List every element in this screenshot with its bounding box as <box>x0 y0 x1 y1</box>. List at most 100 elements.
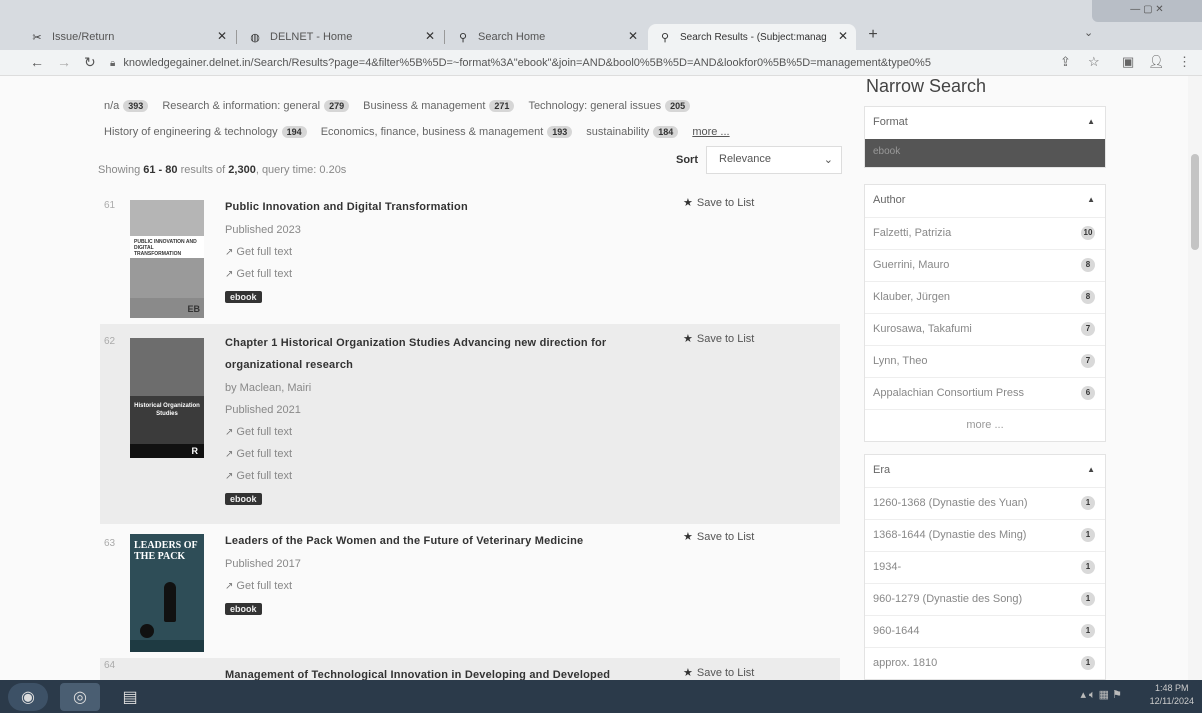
tab-search-results[interactable]: ⚲ Search Results - (Subject:manag ✕ <box>648 24 856 50</box>
save-to-list-button[interactable]: ★ Save to List <box>683 530 754 543</box>
full-text-link[interactable]: ↗ Get full text <box>225 580 292 592</box>
window-controls[interactable]: — ▢ ✕ <box>1092 0 1202 22</box>
new-tab-button[interactable]: + <box>862 24 884 46</box>
taskbar-clock[interactable]: 1:48 PM 12/11/2024 <box>1150 682 1194 708</box>
result-number: 64 <box>104 660 116 671</box>
browser-tab-strip: ✂ Issue/Return ✕ ◍ DELNET - Home ✕ ⚲ Sea… <box>0 0 1202 50</box>
count-badge: 271 <box>489 100 515 112</box>
facet-option[interactable]: Klauber, Jürgen 8 <box>865 281 1105 313</box>
facet-more-link[interactable]: more ... <box>692 126 729 138</box>
chrome-taskbar-icon[interactable]: ◎ <box>60 683 100 711</box>
format-facet-panel: Format ▲ ebook <box>864 106 1106 168</box>
kebab-menu-icon[interactable]: ⋮ <box>1178 54 1191 70</box>
book-cover-image[interactable]: PUBLIC INNOVATION AND DIGITAL TRANSFORMA… <box>130 200 204 318</box>
app-taskbar-icon[interactable]: ▤ <box>110 683 150 711</box>
facet-option[interactable]: 960-1279 (Dynastie des Song) 1 <box>865 583 1105 615</box>
count-badge: 7 <box>1081 354 1095 368</box>
save-to-list-button[interactable]: ★ Save to List <box>683 332 754 345</box>
facet-header[interactable]: Format ▲ <box>865 107 1105 139</box>
close-icon[interactable]: ✕ <box>425 29 435 43</box>
save-to-list-button[interactable]: ★ Save to List <box>683 666 754 679</box>
narrow-search-title: Narrow Search <box>866 76 987 96</box>
facet-link[interactable]: Business & management 271 <box>363 100 515 112</box>
facet-option[interactable]: Lynn, Theo 7 <box>865 345 1105 377</box>
full-text-link[interactable]: ↗ Get full text <box>225 470 292 482</box>
back-arrow-icon[interactable]: ← <box>30 54 44 70</box>
facet-option[interactable]: Kurosawa, Takafumi 7 <box>865 313 1105 345</box>
result-title-link[interactable]: Management of Technological Innovation i… <box>225 664 610 680</box>
facet-option[interactable]: Guerrini, Mauro 8 <box>865 249 1105 281</box>
tab-delnet-home[interactable]: ◍ DELNET - Home ✕ <box>238 24 443 50</box>
close-icon[interactable]: ✕ <box>628 29 638 43</box>
star-icon: ★ <box>683 333 693 345</box>
system-tray-icons[interactable]: ▴ 🔈︎ ▦ ⚑ <box>1080 688 1122 702</box>
count-badge: 6 <box>1081 386 1095 400</box>
address-bar[interactable]: 🔒︎ knowledgegainer.delnet.in/Search/Resu… <box>110 53 1080 73</box>
external-link-icon: ↗ <box>225 581 234 592</box>
result-title-link[interactable]: Public Innovation and Digital Transforma… <box>225 196 468 218</box>
facet-option[interactable]: 1934- 1 <box>865 551 1105 583</box>
sort-select[interactable]: Relevance ⌄ <box>706 146 842 174</box>
result-number: 63 <box>104 538 116 549</box>
facet-link[interactable]: sustainability 184 <box>586 126 679 138</box>
save-to-list-button[interactable]: ★ Save to List <box>683 196 754 209</box>
page-scrollbar[interactable] <box>1188 76 1202 680</box>
close-icon[interactable]: ✕ <box>217 29 227 43</box>
profile-icon[interactable]: 👤︎ <box>1148 54 1165 70</box>
tab-title: Search Results - (Subject:manag <box>680 31 827 43</box>
facet-link[interactable]: History of engineering & technology 194 <box>104 126 307 138</box>
star-icon: ★ <box>683 197 693 209</box>
page-content: n/a 393 Research & information: general 27… <box>0 76 1202 680</box>
tab-search-home[interactable]: ⚲ Search Home ✕ <box>446 24 646 50</box>
sidebar-panel-icon[interactable]: ▣ <box>1122 54 1134 70</box>
count-badge: 1 <box>1081 592 1095 606</box>
facet-header[interactable]: Author ▲ <box>865 185 1105 217</box>
forward-arrow-icon[interactable]: → <box>57 54 71 70</box>
full-text-link[interactable]: ↗ Get full text <box>225 246 292 258</box>
result-title-link[interactable]: Leaders of the Pack Women and the Future… <box>225 530 583 552</box>
full-text-link[interactable]: ↗ Get full text <box>225 268 292 280</box>
scrollbar-thumb[interactable] <box>1191 154 1199 250</box>
tab-divider <box>444 30 445 44</box>
facet-option[interactable]: Falzetti, Patrizia 10 <box>865 217 1105 249</box>
format-badge: ebook <box>225 291 262 303</box>
facet-option[interactable]: 960-1644 1 <box>865 615 1105 647</box>
facet-option[interactable]: 1260-1368 (Dynastie des Yuan) 1 <box>865 487 1105 519</box>
facet-link[interactable]: Research & information: general 279 <box>162 100 350 112</box>
star-icon: ★ <box>683 667 693 679</box>
author-link[interactable]: by Maclean, Mairi <box>225 382 311 394</box>
count-badge: 1 <box>1081 496 1095 510</box>
result-title-link[interactable]: Chapter 1 Historical Organization Studie… <box>225 332 606 376</box>
tab-title: Issue/Return <box>52 31 115 43</box>
selected-format-filter[interactable]: ebook <box>865 139 1105 167</box>
count-badge: 194 <box>281 126 307 138</box>
facet-link[interactable]: n/a 393 <box>104 100 149 112</box>
start-button-icon[interactable]: ◉ <box>8 683 48 711</box>
facet-option[interactable]: Appalachian Consortium Press 6 <box>865 377 1105 409</box>
facet-row: n/a 393 Research & information: general 27… <box>104 100 704 112</box>
count-badge: 1 <box>1081 624 1095 638</box>
count-badge: 184 <box>653 126 679 138</box>
full-text-link[interactable]: ↗ Get full text <box>225 448 292 460</box>
count-badge: 7 <box>1081 322 1095 336</box>
lock-icon: 🔒︎ <box>110 57 116 69</box>
external-link-icon: ↗ <box>225 427 234 438</box>
facet-header[interactable]: Era ▲ <box>865 455 1105 487</box>
bookmark-star-icon[interactable]: ☆ <box>1088 54 1100 70</box>
reload-icon[interactable]: ↻ <box>84 54 96 71</box>
full-text-link[interactable]: ↗ Get full text <box>225 426 292 438</box>
count-badge: 8 <box>1081 258 1095 272</box>
external-link-icon: ↗ <box>225 449 234 460</box>
facet-link[interactable]: Technology: general issues 205 <box>528 100 691 112</box>
book-cover-image[interactable]: LEADERS OF THE PACK <box>130 534 204 652</box>
facet-option[interactable]: 1368-1644 (Dynastie des Ming) 1 <box>865 519 1105 551</box>
facet-link[interactable]: Economics, finance, business & managemen… <box>321 126 573 138</box>
book-cover-image[interactable]: Historical Organization Studies R <box>130 338 204 458</box>
collapse-triangle-icon: ▲ <box>1087 465 1095 474</box>
facet-option[interactable]: approx. 1810 1 <box>865 647 1105 679</box>
close-icon[interactable]: ✕ <box>838 29 848 43</box>
author-more-link[interactable]: more ... <box>865 409 1105 441</box>
chevron-down-icon[interactable]: ⌄ <box>1084 26 1093 39</box>
tab-issue-return[interactable]: ✂ Issue/Return ✕ <box>20 24 235 50</box>
share-icon[interactable]: ⇪ <box>1060 54 1071 70</box>
